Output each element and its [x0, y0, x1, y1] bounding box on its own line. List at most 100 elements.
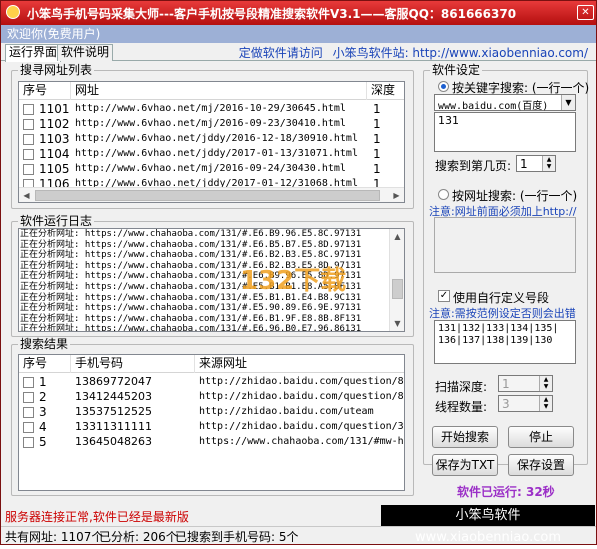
row-checkbox[interactable] — [23, 104, 34, 115]
result-id: 3 — [39, 405, 47, 419]
row-id: 1105 — [39, 162, 70, 176]
custom-link[interactable]: 定做软件请访问 — [239, 46, 323, 60]
url-radio[interactable] — [438, 189, 449, 200]
log-line: 正在分析网址: https://www.chahaoba.com/131/#.E… — [20, 303, 362, 314]
result-phone: 13645048263 — [75, 435, 152, 448]
threads-spinner[interactable]: 3 ▲ ▼ — [498, 395, 553, 412]
close-icon[interactable]: ✕ — [577, 5, 594, 20]
row-checkbox[interactable] — [23, 134, 34, 145]
col-phone[interactable]: 手机号码 — [71, 355, 195, 373]
table-row[interactable]: 1104 http://www.6vhao.net/jddy/2017-01-13… — [19, 147, 404, 162]
table-row[interactable]: 5 13645048263 https://www.chahaoba.com/131… — [19, 435, 404, 450]
results-header: 序号 手机号码 来源网址 — [19, 355, 404, 373]
row-checkbox[interactable] — [23, 437, 34, 448]
row-id: 1103 — [39, 132, 70, 146]
spin-down-icon[interactable]: ▼ — [539, 383, 552, 391]
row-checkbox[interactable] — [23, 164, 34, 175]
spin-down-icon[interactable]: ▼ — [539, 403, 552, 411]
run-log[interactable]: 正在分析网址: https://www.chahaoba.com/131/#.E… — [18, 228, 405, 332]
log-line: 正在分析网址: https://www.chahaoba.com/131/#.E… — [20, 250, 362, 261]
log-line: 正在分析网址: https://www.chahaoba.com/131/#.E… — [20, 271, 362, 282]
status-analyzed: 已分析: 206个 — [99, 530, 178, 544]
log-scroll-thumb[interactable] — [392, 279, 403, 299]
page-spinner[interactable]: 1 ▲ ▼ — [516, 155, 556, 172]
table-row[interactable]: 4 13311311111 http://zhidao.baidu.com/ques… — [19, 420, 404, 435]
scroll-right-icon[interactable]: ▶ — [389, 188, 404, 202]
col-depth[interactable]: 深度 — [367, 82, 404, 100]
scroll-up-icon[interactable]: ▲ — [390, 229, 404, 244]
results-title: 搜索结果 — [18, 337, 71, 351]
result-source: http://zhidao.baidu.com/question/84... — [199, 376, 404, 387]
row-checkbox[interactable] — [23, 407, 34, 418]
scroll-thumb[interactable] — [35, 190, 380, 201]
table-row[interactable]: 2 13412445203 http://zhidao.baidu.com/ques… — [19, 390, 404, 405]
server-status: 服务器连接正常,软件已经是最新版 — [5, 510, 189, 524]
tab-help[interactable]: 软件说明 — [57, 44, 114, 61]
log-line: 正在分析网址: https://www.chahaoba.com/131/#.E… — [20, 281, 362, 292]
engine-select[interactable]: www.baidu.com(百度) ▼ — [434, 94, 576, 112]
search-url-list[interactable]: 序号 网址 深度 1101 http://www.6vhao.net/mj/201… — [18, 81, 405, 203]
depth-spinner[interactable]: 1 ▲ ▼ — [498, 375, 553, 392]
welcome-bar: 欢迎你(免费用户) — [1, 25, 596, 43]
title-bar[interactable]: 小笨鸟手机号码采集大师---客户手机按号段精准搜索软件V3.1——客服QQ：86… — [1, 1, 596, 25]
url-label: 按网址搜索: (一行一个) — [452, 189, 578, 203]
segment-input[interactable]: 131|132|133|134|135| 136|137|138|139|130 — [434, 320, 576, 364]
result-phone: 13311311111 — [75, 420, 152, 433]
col-result-id[interactable]: 序号 — [19, 355, 71, 373]
col-id[interactable]: 序号 — [19, 82, 71, 100]
results-list[interactable]: 序号 手机号码 来源网址 1 13869772047 http://zhidao.b… — [18, 354, 405, 491]
start-search-button[interactable]: 开始搜索 — [432, 426, 498, 448]
table-row[interactable]: 1105 http://www.6vhao.net/mj/2016-09-24/3… — [19, 162, 404, 177]
row-checkbox[interactable] — [23, 377, 34, 388]
scroll-left-icon[interactable]: ◀ — [19, 188, 34, 202]
watermark-logo: 132下载站 — [240, 266, 346, 295]
runtime-label: 软件已运行: 32秒 — [457, 485, 555, 499]
table-row[interactable]: 1103 http://www.6vhao.net/jddy/2016-12-18… — [19, 132, 404, 147]
search-list-header: 序号 网址 深度 — [19, 82, 404, 100]
chevron-down-icon[interactable]: ▼ — [561, 95, 575, 110]
status-total: 共有网址: 1107个 — [5, 530, 104, 544]
result-id: 4 — [39, 420, 47, 434]
result-phone: 13869772047 — [75, 375, 152, 388]
keyword-radio[interactable] — [438, 81, 449, 92]
row-url: http://www.6vhao.net/jddy/2017-01-13/310… — [75, 148, 358, 159]
threads-label: 线程数量: — [435, 400, 488, 414]
log-line: 正在分析网址: https://www.chahaoba.com/131/#.E… — [20, 313, 362, 324]
tab-run[interactable]: 运行界面 — [5, 44, 62, 62]
result-id: 1 — [39, 375, 47, 389]
result-phone: 13537512525 — [75, 405, 152, 418]
site-link[interactable]: 小笨鸟软件站: http://www.xiaobenniao.com/ — [333, 46, 588, 60]
result-source: http://zhidao.baidu.com/uteam — [199, 406, 374, 417]
keyword-input[interactable]: 131 — [434, 112, 576, 152]
log-vscroll[interactable]: ▲ ▼ — [389, 229, 404, 331]
save-settings-button[interactable]: 保存设置 — [508, 454, 574, 476]
table-row[interactable]: 3 13537512525 http://zhidao.baidu.com/utea… — [19, 405, 404, 420]
col-url[interactable]: 网址 — [71, 82, 367, 100]
save-txt-button[interactable]: 保存为TXT — [432, 454, 498, 476]
row-checkbox[interactable] — [23, 392, 34, 403]
segment-note: 注意:需按范例设定否则会出错 — [429, 307, 576, 320]
row-url: http://www.6vhao.net/mj/2016-09-24/30430… — [75, 163, 346, 174]
col-source[interactable]: 来源网址 — [195, 355, 404, 373]
table-row[interactable]: 1102 http://www.6vhao.net/mj/2016-09-23/3… — [19, 117, 404, 132]
result-source: https://www.chahaoba.com/131/#mw-head — [199, 436, 404, 447]
result-source: http://zhidao.baidu.com/question/84... — [199, 391, 404, 402]
url-input[interactable] — [434, 217, 576, 273]
segment-checkbox[interactable]: ✓ — [438, 290, 450, 302]
watermark-digits: 132下载站 — [240, 266, 346, 295]
search-list-hscroll[interactable]: ◀ ▶ — [19, 187, 404, 202]
table-row[interactable]: 1 13869772047 http://zhidao.baidu.com/ques… — [19, 375, 404, 390]
log-line: 正在分析网址: https://www.chahaoba.com/131/#.E… — [20, 229, 362, 239]
table-row[interactable]: 1101 http://www.6vhao.net/mj/2016-10-29/3… — [19, 102, 404, 117]
log-line: 正在分析网址: https://www.chahaoba.com/131/#.E… — [20, 324, 362, 332]
spin-down-icon[interactable]: ▼ — [542, 163, 555, 171]
row-checkbox[interactable] — [23, 149, 34, 160]
scroll-down-icon[interactable]: ▼ — [390, 316, 404, 331]
log-line: 正在分析网址: https://www.chahaoba.com/131/#.E… — [20, 260, 362, 271]
row-depth: 1 — [373, 147, 381, 161]
result-id: 2 — [39, 390, 47, 404]
row-url: http://www.6vhao.net/jddy/2016-12-18/309… — [75, 133, 358, 144]
row-checkbox[interactable] — [23, 119, 34, 130]
row-checkbox[interactable] — [23, 422, 34, 433]
stop-button[interactable]: 停止 — [508, 426, 574, 448]
